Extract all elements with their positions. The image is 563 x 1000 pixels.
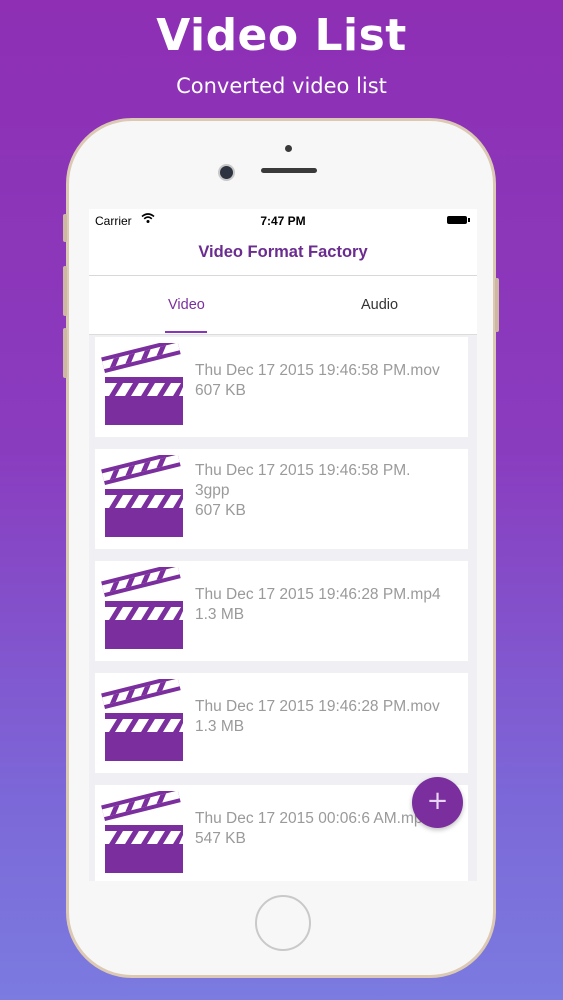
app-screen: Carrier 7:47 PM Video Format Factory Vid… xyxy=(89,209,477,881)
active-tab-indicator xyxy=(165,331,207,333)
navigation-bar: Video Format Factory xyxy=(89,231,477,276)
volume-up-button xyxy=(63,266,67,316)
video-list-item[interactable]: Thu Dec 17 2015 19:46:58 PM. 3gpp 607 KB xyxy=(95,449,468,549)
clapperboard-icon xyxy=(101,674,185,768)
tab-audio[interactable]: Audio xyxy=(361,297,398,313)
proximity-sensor xyxy=(285,145,292,152)
home-button[interactable] xyxy=(255,895,311,951)
video-file-name: Thu Dec 17 2015 19:46:58 PM. 3gpp 607 KB xyxy=(195,462,411,519)
plus-icon: + xyxy=(426,786,449,816)
clapperboard-icon xyxy=(101,786,185,880)
video-file-name: Thu Dec 17 2015 19:46:28 PM.mp4 1.3 MB xyxy=(195,586,441,623)
mute-switch xyxy=(63,214,67,242)
video-list-item[interactable]: Thu Dec 17 2015 19:46:28 PM.mp4 1.3 MB xyxy=(95,561,468,661)
clapperboard-icon xyxy=(101,338,185,432)
status-bar: Carrier 7:47 PM xyxy=(89,209,477,231)
video-list-item[interactable]: Thu Dec 17 2015 19:46:58 PM.mov 607 KB xyxy=(95,337,468,437)
earpiece-speaker xyxy=(261,168,317,173)
battery-icon xyxy=(447,216,470,224)
promo-subtitle: Converted video list xyxy=(176,74,387,98)
volume-down-button xyxy=(63,328,67,378)
phone-body: Carrier 7:47 PM Video Format Factory Vid… xyxy=(69,121,493,975)
video-list-item[interactable]: Thu Dec 17 2015 19:46:28 PM.mov 1.3 MB xyxy=(95,673,468,773)
tab-bar: Video Audio xyxy=(89,276,477,335)
phone-frame: Carrier 7:47 PM Video Format Factory Vid… xyxy=(63,118,499,978)
video-file-size: 607 KB xyxy=(195,382,246,399)
clapperboard-icon xyxy=(101,562,185,656)
video-file-size: 547 KB xyxy=(195,830,246,847)
add-video-button[interactable]: + xyxy=(412,777,463,828)
front-camera xyxy=(218,164,235,181)
tab-video[interactable]: Video xyxy=(168,297,205,313)
video-file-name: Thu Dec 17 2015 19:46:28 PM.mov 1.3 MB xyxy=(195,698,440,735)
power-button xyxy=(495,278,499,332)
video-file-size: 1.3 MB xyxy=(195,606,245,623)
video-file-size: 1.3 MB xyxy=(195,718,245,735)
video-file-size: 607 KB xyxy=(195,502,246,519)
clapperboard-icon xyxy=(101,450,185,544)
app-title: Video Format Factory xyxy=(198,243,368,261)
promo-title: Video List xyxy=(156,10,407,61)
status-time: 7:47 PM xyxy=(260,214,306,228)
video-file-name: Thu Dec 17 2015 19:46:58 PM.mov 607 KB xyxy=(195,362,440,399)
